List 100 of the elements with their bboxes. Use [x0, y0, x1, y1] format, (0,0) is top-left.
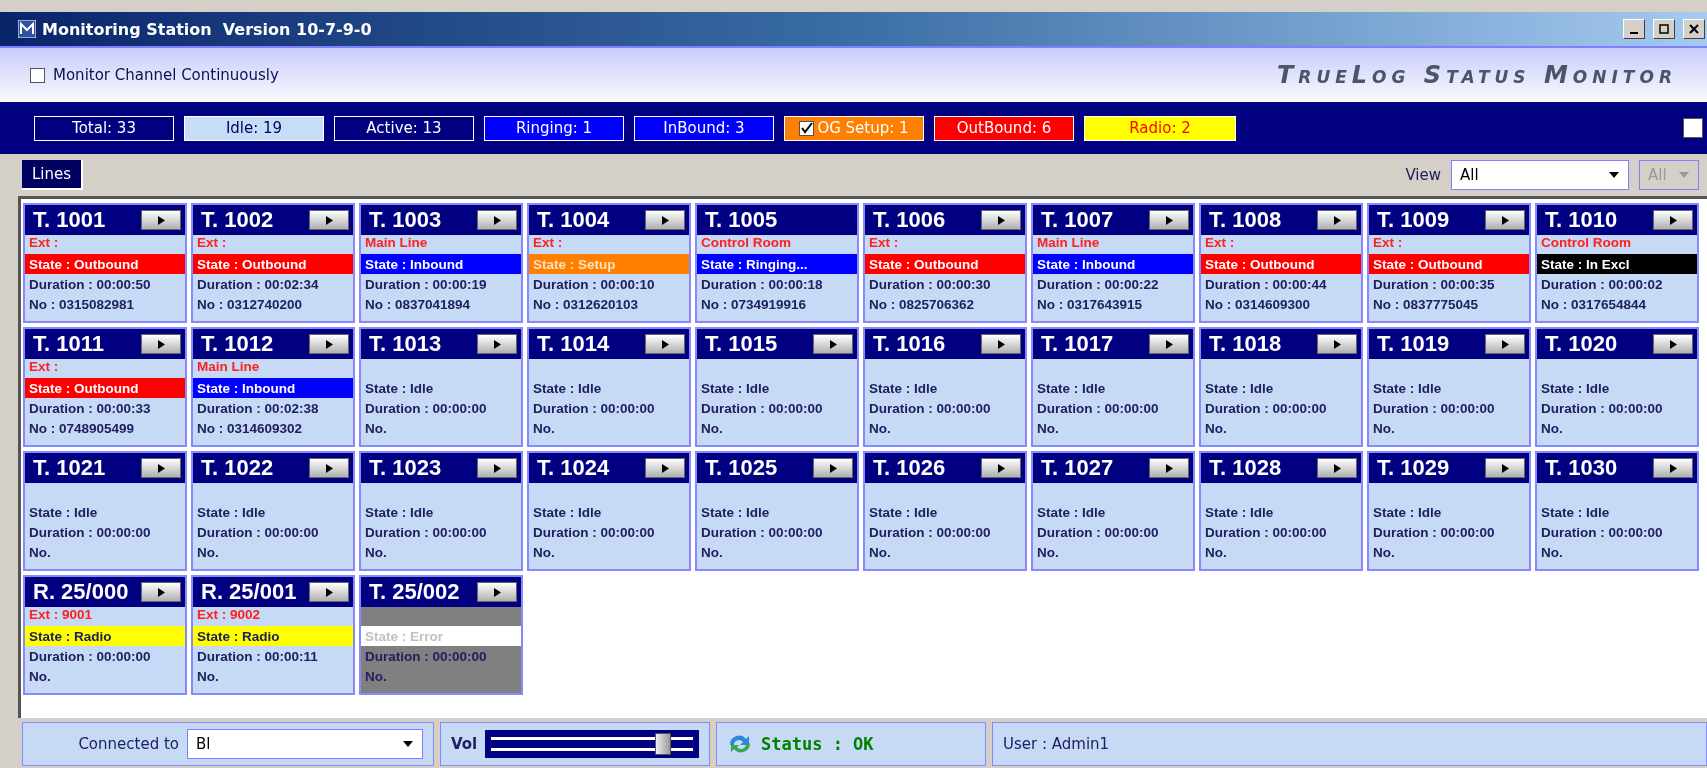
play-icon	[997, 339, 1005, 349]
checkbox[interactable]	[1683, 118, 1703, 138]
play-button[interactable]	[1149, 210, 1189, 230]
play-icon	[157, 339, 165, 349]
line-number: No.	[29, 668, 51, 684]
play-button[interactable]	[1653, 334, 1693, 354]
play-button[interactable]	[645, 334, 685, 354]
line-number: No.	[533, 544, 555, 560]
line-duration: Duration : 00:00:10	[533, 276, 655, 292]
play-icon	[1333, 339, 1341, 349]
line-title: T. 1020	[1545, 331, 1618, 357]
play-icon	[493, 215, 501, 225]
line-duration: Duration : 00:00:00	[1205, 524, 1327, 540]
slider-thumb[interactable]	[654, 733, 671, 755]
view-dropdown[interactable]: All	[1451, 160, 1629, 190]
play-button[interactable]	[477, 334, 517, 354]
play-button[interactable]	[141, 458, 181, 478]
line-state: State : Radio	[193, 626, 353, 646]
app-icon	[18, 20, 36, 38]
play-button[interactable]	[981, 334, 1021, 354]
line-label: Main Line	[365, 235, 428, 250]
line-duration: Duration : 00:00:19	[365, 276, 487, 292]
line-duration: Duration : 00:00:00	[365, 524, 487, 540]
line-state: State : In Excl	[1537, 254, 1697, 274]
play-icon	[661, 463, 669, 473]
line-duration: Duration : 00:00:11	[197, 648, 318, 664]
line-duration: Duration : 00:00:00	[1037, 400, 1159, 416]
play-icon	[325, 339, 333, 349]
play-button[interactable]	[477, 582, 517, 602]
checkbox[interactable]	[30, 67, 45, 83]
play-button[interactable]	[141, 210, 181, 230]
play-icon	[829, 463, 837, 473]
play-icon	[493, 587, 501, 597]
connection-dropdown[interactable]: Bl	[187, 729, 423, 759]
play-icon	[997, 463, 1005, 473]
status-counter: InBound: 3	[634, 115, 774, 141]
volume-slider[interactable]	[485, 730, 699, 758]
play-button[interactable]	[1485, 458, 1525, 478]
play-button[interactable]	[1653, 458, 1693, 478]
close-button[interactable]	[1683, 19, 1705, 39]
counter-checkbox[interactable]	[799, 120, 815, 136]
lines-tab[interactable]: Lines	[22, 160, 84, 190]
line-number: No.	[869, 544, 891, 560]
line-label: Ext :	[1205, 235, 1235, 250]
line-duration: Duration : 00:00:00	[701, 400, 823, 416]
line-state: State : Idle	[868, 503, 939, 522]
line-duration: Duration : 00:00:00	[365, 400, 487, 416]
line-number: No.	[1541, 544, 1563, 560]
play-button[interactable]	[1149, 458, 1189, 478]
line-title: T. 1028	[1209, 455, 1282, 481]
play-icon	[1501, 463, 1509, 473]
play-button[interactable]	[477, 458, 517, 478]
line-number: No : 0312740200	[197, 296, 303, 312]
line-title: T. 1017	[1041, 331, 1114, 357]
play-button[interactable]	[309, 334, 349, 354]
line-duration: Duration : 00:00:00	[29, 524, 151, 540]
play-button[interactable]	[813, 458, 853, 478]
play-button[interactable]	[477, 210, 517, 230]
line-title: T. 1030	[1545, 455, 1618, 481]
line-label: Ext : 9002	[197, 607, 261, 622]
line-duration: Duration : 00:00:00	[1373, 524, 1495, 540]
play-button[interactable]	[981, 210, 1021, 230]
line-title: T. 1003	[369, 207, 442, 233]
line-state: State : Ringing...	[697, 254, 857, 274]
line-number: No.	[1205, 544, 1227, 560]
line-number: No : 0317643915	[1037, 296, 1143, 312]
play-button[interactable]	[1485, 210, 1525, 230]
brand-title: TrueLog Status Monitor	[1276, 61, 1677, 89]
line-label: Ext :	[29, 359, 59, 374]
play-button[interactable]	[1485, 334, 1525, 354]
play-button[interactable]	[141, 582, 181, 602]
play-button[interactable]	[813, 334, 853, 354]
play-button[interactable]	[1317, 334, 1357, 354]
line-title: T. 1014	[537, 331, 610, 357]
status-counter: Idle: 19	[184, 115, 324, 141]
line-duration: Duration : 00:00:00	[533, 400, 655, 416]
play-button[interactable]	[981, 458, 1021, 478]
minimize-button[interactable]	[1623, 19, 1645, 39]
line-duration: Duration : 00:00:00	[1037, 524, 1159, 540]
play-icon	[1333, 215, 1341, 225]
play-icon	[997, 215, 1005, 225]
play-button[interactable]	[645, 458, 685, 478]
line-title: T. 1010	[1545, 207, 1618, 233]
play-button[interactable]	[309, 582, 349, 602]
play-button[interactable]	[309, 458, 349, 478]
play-button[interactable]	[141, 334, 181, 354]
line-state: State : Inbound	[361, 254, 521, 274]
maximize-button[interactable]	[1653, 19, 1675, 39]
line-title: T. 1006	[873, 207, 946, 233]
line-label: Ext :	[1373, 235, 1403, 250]
play-button[interactable]	[1653, 210, 1693, 230]
play-button[interactable]	[1317, 210, 1357, 230]
line-title: T. 1005	[705, 207, 778, 233]
play-button[interactable]	[645, 210, 685, 230]
play-button[interactable]	[1149, 334, 1189, 354]
play-button[interactable]	[1317, 458, 1357, 478]
line-state: State : Idle	[532, 503, 603, 522]
line-state: State : Outbound	[1201, 254, 1361, 274]
play-button[interactable]	[309, 210, 349, 230]
line-number: No.	[701, 420, 723, 436]
